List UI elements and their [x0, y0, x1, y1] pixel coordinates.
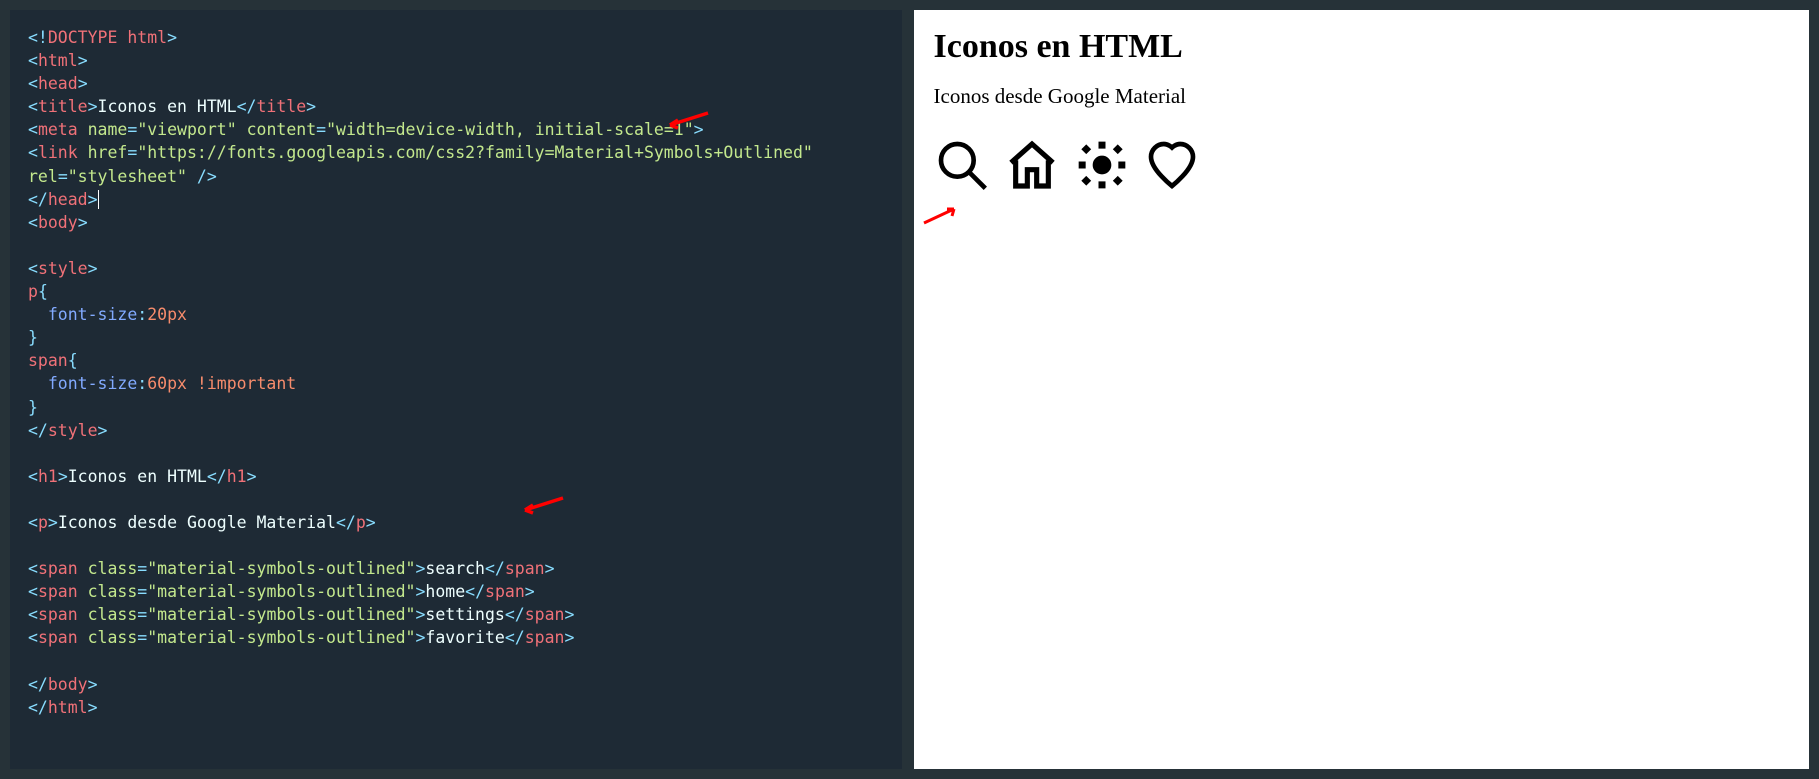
- home-icon: [1004, 137, 1060, 198]
- preview-heading: Iconos en HTML: [934, 28, 1790, 66]
- annotation-arrow-icon: [515, 495, 565, 515]
- preview-paragraph: Iconos desde Google Material: [934, 84, 1790, 109]
- icon-row: [934, 137, 1790, 198]
- search-icon: [934, 137, 990, 198]
- preview-pane: Iconos en HTML Iconos desde Google Mater…: [914, 10, 1810, 769]
- favorite-icon: [1144, 137, 1200, 198]
- annotation-arrow-icon: [919, 205, 969, 225]
- settings-icon: [1074, 137, 1130, 198]
- code-editor-pane[interactable]: <!DOCTYPE html> <html> <head> <title>Ico…: [10, 10, 902, 769]
